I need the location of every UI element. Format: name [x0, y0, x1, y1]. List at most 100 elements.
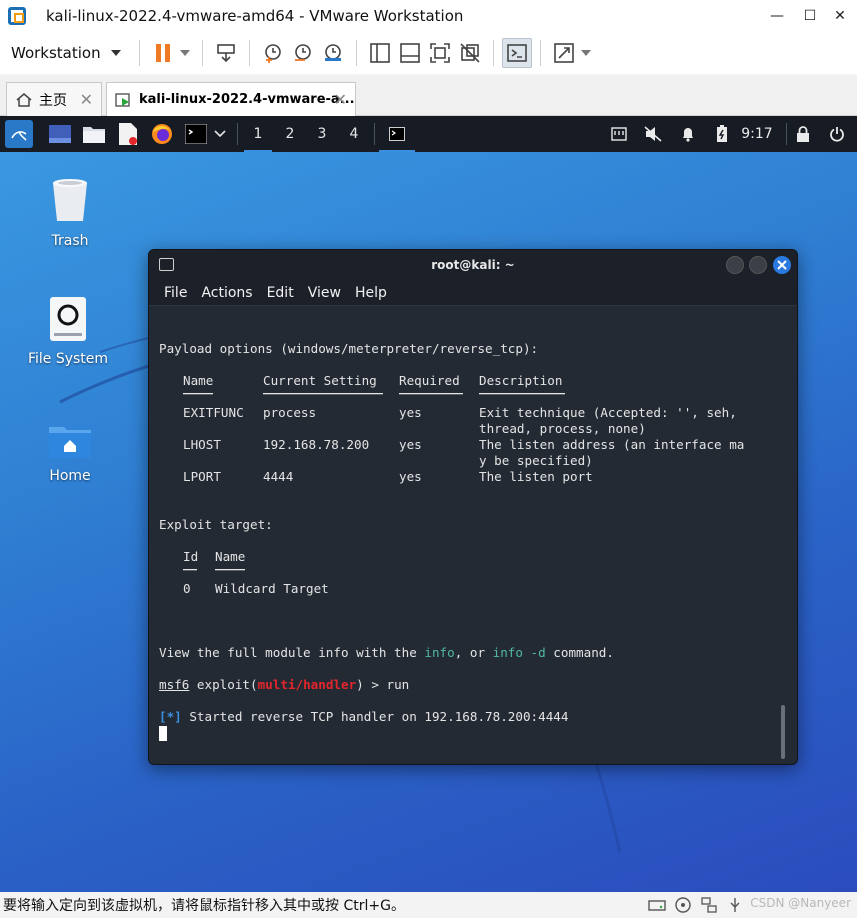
payload-row-exitfunc-desc-cont: thread, process, none) — [479, 421, 646, 436]
pause-button[interactable] — [148, 38, 178, 68]
status-message: Started reverse TCP handler on 192.168.7… — [181, 709, 569, 724]
full-screen-button[interactable] — [425, 38, 455, 68]
menu-file[interactable]: File — [164, 285, 187, 301]
lock-icon — [797, 126, 809, 142]
desktop-icon-home[interactable]: Home — [20, 424, 120, 484]
workspace-4[interactable]: 4 — [338, 116, 370, 152]
maximize-button[interactable]: ☐ — [793, 0, 827, 32]
workstation-menu-label: Workstation — [11, 44, 101, 62]
workstation-menu[interactable]: Workstation — [11, 44, 121, 62]
terminal-output[interactable]: Payload options (windows/meterpreter/rev… — [149, 306, 797, 764]
payload-col-setting: Current Setting — [263, 373, 377, 388]
payload-row-lhost-desc: The listen address (an interface ma — [479, 437, 745, 452]
kali-menu-button[interactable] — [5, 120, 33, 148]
vmware-toolbar: Workstation — [0, 32, 857, 74]
vm-tab-bar: 主页 ✕ kali-linux-2022.4-vmware-a... ✕ — [0, 76, 857, 116]
info-command-highlight: info — [424, 645, 455, 660]
payload-row-exitfunc-required: yes — [399, 405, 422, 420]
terminal-title-bar[interactable]: root@kali: ~ — [149, 250, 797, 280]
prompt-module-name: multi/handler — [257, 677, 357, 692]
menu-edit[interactable]: Edit — [267, 285, 294, 301]
toolbar-divider — [539, 40, 541, 66]
show-desktop-button[interactable] — [47, 121, 73, 147]
desktop-icon-trash-label: Trash — [51, 233, 89, 249]
text-editor-launcher[interactable] — [115, 121, 141, 147]
chevron-down-icon — [110, 50, 121, 56]
payload-row-lhost-required: yes — [399, 437, 422, 452]
taskbar-terminal-window[interactable] — [379, 116, 415, 152]
lock-screen-button[interactable] — [791, 116, 815, 152]
payload-row-lport-required: yes — [399, 469, 422, 484]
workspace-1[interactable]: 1 — [242, 116, 274, 152]
module-info-hint-mid: , or — [454, 645, 493, 660]
exploit-col-id: Id — [183, 549, 199, 564]
network-tray[interactable] — [607, 116, 631, 152]
network-adapter-status-icon[interactable] — [700, 896, 718, 914]
payload-row-lport-desc: The listen port — [479, 469, 593, 484]
sidebar-layout-icon — [369, 43, 390, 63]
terminal-window[interactable]: root@kali: ~ File Actions Edit View Help… — [148, 249, 798, 765]
vm-running-icon — [115, 92, 130, 107]
vmware-logo-icon — [8, 7, 26, 25]
terminal-launcher[interactable] — [183, 121, 209, 147]
module-info-hint-post: command. — [545, 645, 614, 660]
tab-home[interactable]: 主页 ✕ — [6, 82, 102, 116]
panel-divider — [374, 123, 375, 145]
tab-kali-vm-close-icon[interactable]: ✕ — [334, 90, 347, 109]
hard-disk-status-icon[interactable] — [648, 896, 666, 914]
usb-status-icon[interactable] — [726, 896, 744, 914]
console-view-button[interactable] — [501, 38, 532, 68]
tab-kali-vm[interactable]: kali-linux-2022.4-vmware-a... ✕ — [106, 82, 356, 116]
volume-tray[interactable] — [641, 116, 665, 152]
kali-dragon-icon — [11, 131, 27, 141]
clock[interactable]: 9:17 — [738, 116, 776, 152]
desktop-icon — [49, 125, 71, 143]
hard-drive-icon — [50, 297, 86, 341]
menu-actions[interactable]: Actions — [201, 285, 252, 301]
power-menu-button[interactable] — [825, 116, 849, 152]
cd-drive-status-icon[interactable] — [674, 896, 692, 914]
file-manager-launcher[interactable] — [81, 121, 107, 147]
tab-home-close-icon[interactable]: ✕ — [80, 90, 93, 109]
send-ctrl-alt-del-button[interactable] — [211, 38, 241, 68]
payload-col-required: Required — [399, 373, 460, 388]
show-library-button[interactable] — [365, 38, 395, 68]
exploit-row-id: 0 — [183, 581, 191, 596]
payload-row-lport-name: LPORT — [183, 469, 221, 484]
prompt-exploit-text: exploit( — [189, 677, 258, 692]
take-snapshot-button[interactable] — [258, 38, 288, 68]
prompt-command: run — [386, 677, 410, 692]
exploit-header-underline — [183, 569, 245, 571]
minimize-button[interactable]: — — [760, 0, 794, 32]
payload-row-lhost-name: LHOST — [183, 437, 221, 452]
unity-button[interactable] — [455, 38, 485, 68]
terminal-scrollbar[interactable] — [781, 705, 785, 759]
notifications-tray[interactable] — [676, 116, 700, 152]
terminal-cursor — [159, 726, 167, 741]
workspace-3[interactable]: 3 — [306, 116, 338, 152]
menu-view[interactable]: View — [308, 285, 341, 301]
terminal-close-button[interactable] — [773, 256, 791, 274]
desktop-icon-file-system[interactable]: File System — [18, 297, 118, 367]
launcher-dropdown[interactable] — [213, 121, 227, 147]
firefox-launcher[interactable] — [149, 121, 175, 147]
desktop-icon-trash[interactable]: Trash — [20, 177, 120, 249]
stretch-dropdown-icon[interactable] — [580, 50, 591, 56]
close-button[interactable]: ✕ — [823, 0, 857, 32]
terminal-maximize-button[interactable] — [749, 256, 767, 274]
power-tray[interactable] — [710, 116, 734, 152]
msf-prompt-line: msf6 exploit(multi/handler) > run — [159, 677, 409, 693]
stretch-view-button[interactable] — [549, 38, 579, 68]
stretch-icon — [553, 43, 574, 63]
panel-divider — [237, 123, 238, 145]
menu-help[interactable]: Help — [355, 285, 387, 301]
workspace-2[interactable]: 2 — [274, 116, 306, 152]
snapshot-manager-button[interactable] — [318, 38, 348, 68]
terminal-minimize-button[interactable] — [726, 256, 744, 274]
tab-kali-vm-label: kali-linux-2022.4-vmware-a... — [139, 92, 355, 107]
revert-snapshot-button[interactable] — [288, 38, 318, 68]
pause-dropdown-icon[interactable] — [179, 50, 190, 56]
toolbar-divider — [492, 40, 494, 66]
show-thumbnail-bar-button[interactable] — [395, 38, 425, 68]
revert-snapshot-icon — [294, 44, 311, 61]
